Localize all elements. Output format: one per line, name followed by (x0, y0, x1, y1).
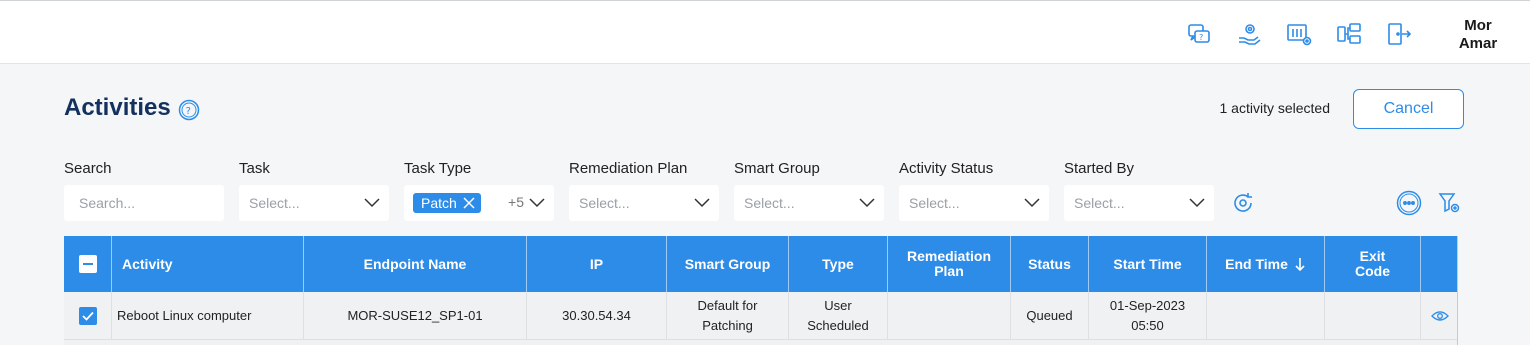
select-all-checkbox[interactable] (78, 255, 97, 273)
column-header-remediation-plan[interactable]: Remediation Plan (887, 236, 1010, 292)
cell-smart-group-line2: Patching (702, 318, 753, 333)
cell-type-line2: Scheduled (807, 318, 869, 333)
cell-end-time (1206, 292, 1324, 340)
reset-filters-icon[interactable] (1230, 190, 1256, 216)
task-label: Task (239, 160, 270, 177)
user-first-name: Mor (1464, 17, 1492, 34)
cell-status: Queued (1010, 292, 1088, 340)
task-select[interactable]: Select... (239, 185, 389, 221)
search-placeholder: Search... (79, 195, 136, 211)
table-row[interactable]: Reboot Linux computer MOR-SUSE12_SP1-01 … (64, 292, 1458, 340)
cell-type-line1: User (824, 298, 852, 313)
top-bar: ? Mor Amar (0, 0, 1530, 64)
activity-status-select[interactable]: Select... (899, 185, 1049, 221)
cell-start-date: 01-Sep-2023 (1109, 298, 1186, 313)
cell-activity: Reboot Linux computer (111, 292, 303, 340)
cell-start-time: 01-Sep-2023 05:50 (1088, 292, 1206, 340)
column-header-type[interactable]: Type (788, 236, 887, 292)
chevron-down-icon (364, 198, 380, 208)
chevron-down-icon (529, 198, 545, 208)
chevron-down-icon (694, 198, 710, 208)
started-by-label: Started By (1064, 160, 1135, 177)
cancel-button[interactable]: Cancel (1353, 89, 1464, 129)
column-header-actions (1420, 236, 1458, 292)
indeterminate-mark (82, 263, 93, 265)
cell-smart-group-line1: Default for (697, 298, 758, 313)
search-input[interactable]: Search... (64, 185, 224, 221)
column-header-smart-group[interactable]: Smart Group (666, 236, 788, 292)
remediation-plan-select-value: Select... (579, 195, 630, 211)
cell-remediation-plan (887, 292, 1010, 340)
column-header-activity[interactable]: Activity (111, 236, 303, 292)
column-header-ip[interactable]: IP (526, 236, 666, 292)
selection-count: 1 activity selected (1219, 100, 1331, 116)
endpoint-network-icon[interactable] (1334, 19, 1364, 49)
cell-actions (1420, 292, 1458, 340)
activity-status-select-value: Select... (909, 195, 960, 211)
eye-icon[interactable] (1430, 310, 1449, 322)
close-icon[interactable] (463, 197, 475, 209)
task-type-chip-label: Patch (421, 195, 457, 211)
sort-descending-icon[interactable] (1294, 257, 1306, 271)
chevron-down-icon (1189, 198, 1205, 208)
cell-type: User Scheduled (788, 292, 887, 340)
activities-table: Activity Endpoint Name IP Smart Group Ty… (64, 236, 1458, 345)
remediation-plan-label: Remediation Plan (569, 160, 688, 177)
column-header-end-time[interactable]: End Time (1206, 236, 1324, 292)
page-title: Activities (64, 94, 171, 121)
started-by-select-value: Select... (1074, 195, 1125, 211)
search-label: Search (64, 160, 112, 177)
remediation-plan-select[interactable]: Select... (569, 185, 719, 221)
task-type-chip[interactable]: Patch (413, 193, 481, 213)
cell-smart-group: Default for Patching (666, 292, 788, 340)
smart-group-select-value: Select... (744, 195, 795, 211)
select-all-header[interactable] (64, 236, 111, 292)
started-by-select[interactable]: Select... (1064, 185, 1214, 221)
more-options-icon[interactable] (1396, 190, 1422, 216)
column-header-start-time[interactable]: Start Time (1088, 236, 1206, 292)
column-header-status[interactable]: Status (1010, 236, 1088, 292)
cell-start-clock: 05:50 (1131, 318, 1164, 333)
user-last-name: Amar (1458, 35, 1498, 52)
row-checkbox-cell[interactable] (64, 292, 111, 340)
cell-endpoint-name: MOR-SUSE12_SP1-01 (303, 292, 526, 340)
svg-text:?: ? (186, 106, 191, 117)
task-type-more-count: +5 (508, 194, 524, 210)
user-name[interactable]: Mor Amar (1448, 17, 1508, 53)
settings-panel-icon[interactable] (1284, 19, 1314, 49)
smart-group-select[interactable]: Select... (734, 185, 884, 221)
task-type-select[interactable]: Patch +5 (404, 185, 554, 221)
logout-door-icon[interactable] (1384, 19, 1414, 49)
check-icon (81, 311, 94, 321)
table-header: Activity Endpoint Name IP Smart Group Ty… (64, 236, 1458, 292)
chevron-down-icon (1024, 198, 1040, 208)
help-chat-icon[interactable]: ? (1184, 19, 1214, 49)
task-type-label: Task Type (404, 160, 472, 177)
smart-group-label: Smart Group (734, 160, 820, 177)
filter-settings-icon[interactable] (1436, 190, 1462, 216)
activity-status-label: Activity Status (899, 160, 994, 177)
help-circle-icon[interactable]: ? (178, 99, 200, 121)
column-header-endpoint-name[interactable]: Endpoint Name (303, 236, 526, 292)
column-header-end-time-label: End Time (1225, 255, 1288, 272)
column-header-exit-code[interactable]: Exit Code (1324, 236, 1420, 292)
svg-text:?: ? (1199, 33, 1203, 42)
row-checkbox[interactable] (78, 307, 97, 325)
cell-ip: 30.30.54.34 (526, 292, 666, 340)
cell-exit-code (1324, 292, 1420, 340)
table-scrollbar[interactable] (1457, 236, 1458, 345)
support-hand-gear-icon[interactable] (1234, 19, 1264, 49)
task-select-value: Select... (249, 195, 300, 211)
chevron-down-icon (859, 198, 875, 208)
